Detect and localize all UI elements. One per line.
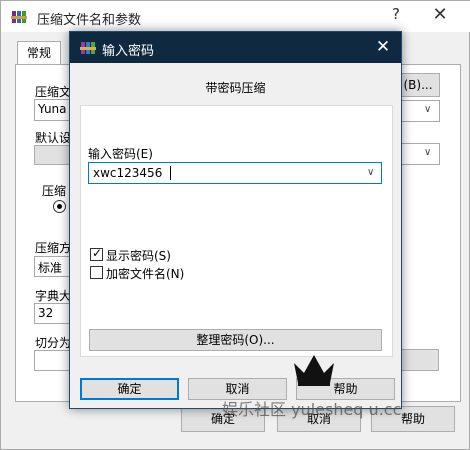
split-size-input[interactable] bbox=[34, 350, 71, 371]
dictionary-label: 字典大 bbox=[35, 289, 71, 303]
dialog-heading: 带密码压缩 bbox=[205, 81, 266, 95]
dialog-title: 输入密码 bbox=[102, 44, 155, 59]
background-window-title: 压缩文件名和参数 bbox=[37, 13, 142, 28]
organize-passwords-button[interactable]: 整理密码(O)... bbox=[89, 329, 382, 351]
show-password-checkbox[interactable] bbox=[90, 246, 103, 261]
winrar-books-icon bbox=[11, 11, 27, 23]
parameters-button[interactable] bbox=[401, 349, 439, 371]
encrypt-filenames-label[interactable]: 加密文件名(N) bbox=[106, 265, 184, 282]
default-profile-label: 默认设 bbox=[35, 131, 71, 145]
method-dropdown[interactable]: 标准 bbox=[34, 256, 71, 277]
show-password-label[interactable]: 显示密码(S) bbox=[106, 247, 171, 264]
winrar-books-icon bbox=[80, 42, 96, 54]
dictionary-dropdown[interactable]: 32 bbox=[34, 303, 71, 324]
help-title-button[interactable]: ? bbox=[386, 5, 406, 27]
archive-name-dropdown[interactable]: ∨ bbox=[401, 100, 440, 122]
format-label: 压缩 bbox=[42, 184, 67, 198]
dialog-ok-button[interactable]: 确定 bbox=[80, 378, 179, 400]
split-label: 切分为 bbox=[35, 336, 71, 350]
tab-general[interactable]: 常规 bbox=[17, 41, 61, 65]
browse-button[interactable]: (B)... bbox=[396, 73, 440, 97]
dialog-close-button[interactable]: ✕ bbox=[370, 35, 396, 59]
encrypt-filenames-checkbox[interactable] bbox=[90, 266, 103, 279]
password-value: xwc123456 bbox=[93, 166, 163, 180]
password-label: 输入密码(E) bbox=[88, 147, 153, 161]
format-radio[interactable] bbox=[53, 200, 66, 213]
chevron-down-icon[interactable]: ∨ bbox=[367, 167, 374, 178]
chevron-down-icon: ∨ bbox=[424, 147, 432, 158]
password-input[interactable]: xwc123456 ∨ bbox=[88, 162, 382, 184]
dialog-content-panel bbox=[80, 105, 393, 357]
archive-name-input[interactable]: Yuna T bbox=[34, 99, 74, 121]
background-close-button[interactable]: ✕ bbox=[429, 4, 451, 28]
method-label: 压缩方 bbox=[35, 241, 71, 255]
profiles-button[interactable] bbox=[34, 145, 72, 165]
background-titlebar: 压缩文件名和参数 ? ✕ bbox=[1, 1, 470, 32]
watermark-text: 娱乐社区 yulesheq u.cc bbox=[222, 400, 402, 419]
update-mode-dropdown[interactable]: ∨ bbox=[401, 143, 440, 165]
chevron-down-icon: ∨ bbox=[424, 104, 432, 115]
password-dialog: 输入密码 ✕ 带密码压缩 输入密码(E) xwc123456 ∨ 显示密码(S)… bbox=[69, 31, 402, 409]
dialog-titlebar: 输入密码 ✕ bbox=[70, 32, 401, 63]
archive-name-label: 压缩文 bbox=[35, 85, 71, 99]
crown-icon bbox=[294, 355, 334, 386]
text-caret bbox=[170, 166, 171, 180]
